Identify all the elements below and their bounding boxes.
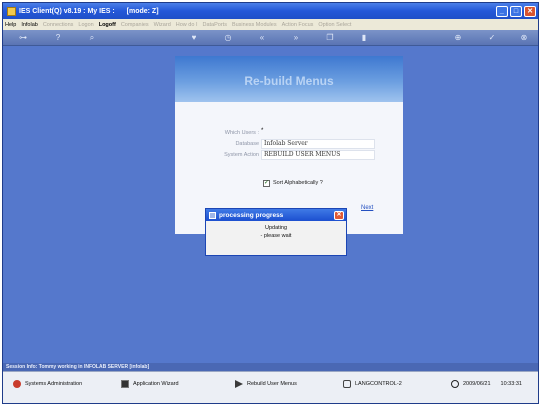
add-icon[interactable]: ⊕	[453, 33, 463, 43]
processing-progress-dialog: processing progress ✕ Updating - please …	[205, 208, 347, 256]
status-date: 2009/06/21	[463, 381, 491, 387]
menu-option-select[interactable]: Option Select	[318, 22, 351, 28]
next-link[interactable]: Next	[361, 205, 373, 211]
menu-dataports[interactable]: DataPorts	[202, 22, 226, 28]
langcontrol-icon	[343, 380, 351, 388]
search-icon[interactable]: ⌕	[87, 33, 97, 43]
task-label: Systems Administration	[25, 381, 83, 387]
task-label: Application Wizard	[133, 381, 179, 387]
status-time: 10:33:31	[500, 381, 522, 387]
main-window: IES Client(Q) v8.19 : My IES : [mode: Z]…	[2, 2, 539, 404]
database-field[interactable]: Infolab Server	[261, 139, 375, 149]
session-info: Session Info: Tommy working in INFOLAB S…	[3, 363, 538, 371]
menu-help[interactable]: Help	[5, 22, 16, 28]
clock-status-icon	[451, 380, 459, 388]
system-action-field[interactable]: REBUILD USER MENUS	[261, 150, 375, 160]
work-area: Re-build Menus Which Users : * Database …	[3, 46, 538, 363]
task-application-wizard[interactable]: Application Wizard	[121, 380, 179, 388]
clock-status: 2009/06/21 10:33:31	[451, 380, 522, 388]
form-header: Re-build Menus	[175, 56, 403, 102]
maximize-button[interactable]: □	[510, 5, 522, 17]
taskbar: Systems Administration Application Wizar…	[3, 371, 538, 403]
database-label: Database	[235, 141, 259, 147]
menu-how-do-i[interactable]: How do I	[176, 22, 198, 28]
close-icon[interactable]: ⊗	[519, 33, 529, 43]
dialog-message-updating: Updating	[264, 225, 288, 231]
title-mode: [mode: Z]	[126, 7, 159, 15]
menu-infolab[interactable]: Infolab	[21, 22, 38, 28]
menu-action-focus[interactable]: Action Focus	[282, 22, 314, 28]
menu-logoff[interactable]: Logoff	[99, 22, 116, 28]
system-action-label: System Action	[224, 152, 259, 158]
toolbar: ⊶ ? ⌕ ♥ ◷ « » ❐ ▮ ⊕ ✓ ⊗	[3, 30, 538, 46]
page-icon[interactable]: ▮	[359, 33, 369, 43]
menu-wizard[interactable]: Wizard	[154, 22, 171, 28]
copy-icon[interactable]: ❐	[325, 33, 335, 43]
app-icon	[7, 6, 16, 16]
clock-icon[interactable]: ◷	[223, 33, 233, 43]
minimize-button[interactable]: _	[496, 5, 508, 17]
heart-icon[interactable]: ♥	[189, 33, 199, 43]
sort-alphabetically-label: Sort Alphabetically ?	[273, 180, 323, 186]
dialog-message-wait: - please wait	[260, 233, 292, 239]
menu-connections[interactable]: Connections	[43, 22, 74, 28]
sort-alphabetically-checkbox[interactable]: ✓	[263, 180, 270, 187]
back-icon[interactable]: «	[257, 33, 267, 43]
dialog-title: processing progress	[219, 211, 284, 219]
wizard-icon	[121, 380, 129, 388]
which-users-label: Which Users :	[224, 130, 259, 136]
title-app: IES Client(Q) v8.19 : My IES :	[19, 7, 115, 15]
rebuild-icon	[235, 380, 243, 388]
task-rebuild-user-menus[interactable]: Rebuild User Menus	[235, 380, 297, 388]
help-icon[interactable]: ?	[53, 33, 63, 43]
form-title: Re-build Menus	[244, 74, 334, 88]
menu-business-modules[interactable]: Business Modules	[232, 22, 277, 28]
forward-icon[interactable]: »	[291, 33, 301, 43]
which-users-value[interactable]: *	[261, 128, 263, 134]
task-label: Rebuild User Menus	[247, 381, 297, 387]
check-icon[interactable]: ✓	[487, 33, 497, 43]
task-systems-administration[interactable]: Systems Administration	[13, 380, 82, 388]
task-label: LANGCONTROL-2	[355, 381, 402, 387]
dialog-body: Updating - please wait	[206, 221, 346, 240]
title-bar: IES Client(Q) v8.19 : My IES : [mode: Z]…	[3, 3, 538, 19]
key-icon[interactable]: ⊶	[13, 33, 33, 43]
menu-logon[interactable]: Logon	[78, 22, 93, 28]
dialog-close-button[interactable]: ✕	[334, 210, 344, 220]
window-title: IES Client(Q) v8.19 : My IES : [mode: Z]	[19, 8, 496, 15]
dialog-icon	[209, 211, 216, 219]
task-langcontrol-2[interactable]: LANGCONTROL-2	[343, 380, 402, 388]
admin-icon	[13, 380, 21, 388]
close-window-button[interactable]: ✕	[524, 5, 536, 17]
menu-bar: Help Infolab Connections Logon Logoff Co…	[3, 19, 538, 30]
dialog-title-bar: processing progress ✕	[206, 209, 346, 221]
menu-companies[interactable]: Companies	[121, 22, 149, 28]
